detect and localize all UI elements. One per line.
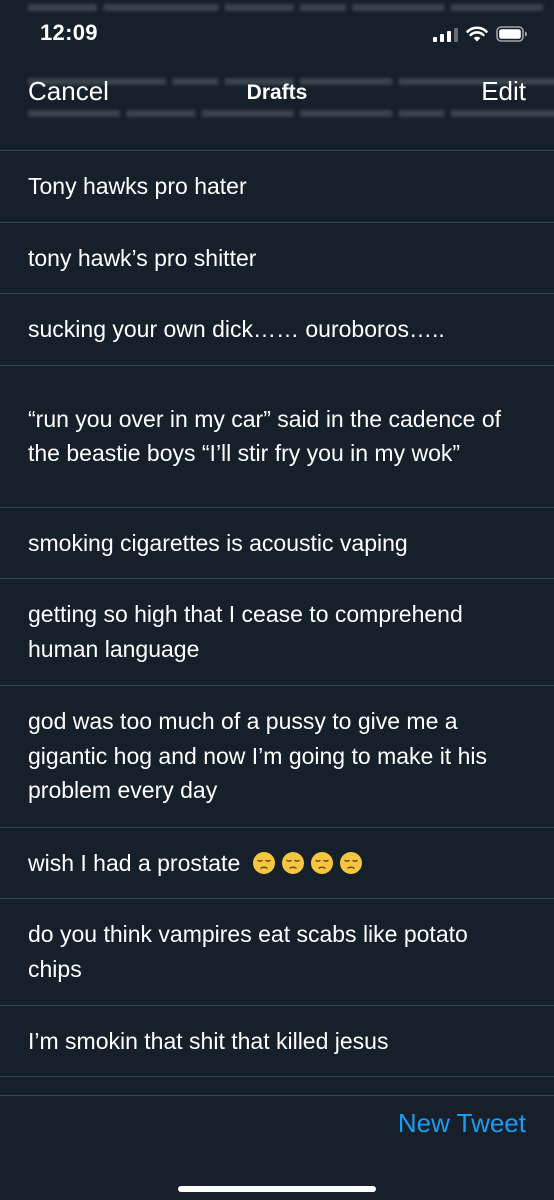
- emoji-row: [247, 850, 363, 876]
- draft-text: “run you over in my car” said in the cad…: [28, 405, 502, 467]
- pensive-face-icon: [281, 851, 304, 874]
- edit-button[interactable]: Edit: [481, 76, 526, 107]
- battery-icon: [496, 26, 528, 42]
- pensive-face-icon: [310, 851, 333, 874]
- draft-item[interactable]: Tony hawks pro hater: [0, 151, 554, 223]
- cellular-signal-icon: [433, 26, 458, 42]
- draft-item[interactable]: god was too much of a pussy to give me a…: [0, 686, 554, 828]
- page-title: Drafts: [246, 81, 308, 104]
- draft-item[interactable]: smoking cigarettes is acoustic vaping: [0, 508, 554, 579]
- new-tweet-button[interactable]: New Tweet: [398, 1108, 526, 1139]
- drafts-screen: ▬▬▬ ▬▬▬▬▬ ▬▬▬ ▬▬ ▬▬▬▬ ▬▬▬▬ ▬▬▬▬▬▬ ▬▬ ▬▬▬…: [0, 0, 554, 1200]
- draft-text-label: wish I had a prostate: [28, 849, 241, 876]
- draft-text: getting so high that I cease to comprehe…: [28, 601, 463, 662]
- draft-item[interactable]: do you think vampires eat scabs like pot…: [0, 899, 554, 1006]
- draft-text: sucking your own dick…… ouroboros…..: [28, 316, 445, 342]
- pensive-face-icon: [252, 851, 275, 874]
- header: ▬▬▬ ▬▬▬▬▬ ▬▬▬ ▬▬ ▬▬▬▬ ▬▬▬▬ ▬▬▬▬▬▬ ▬▬ ▬▬▬…: [0, 0, 554, 150]
- draft-text: smoking cigarettes is acoustic vaping: [28, 529, 408, 556]
- home-indicator[interactable]: [178, 1186, 376, 1192]
- draft-item[interactable]: getting so high that I cease to comprehe…: [0, 579, 554, 686]
- draft-item[interactable]: tony hawk’s pro shitter: [0, 223, 554, 294]
- draft-text: wish I had a prostate: [28, 846, 363, 881]
- draft-item[interactable]: sucking your own dick…… ouroboros…..: [0, 294, 554, 366]
- scrolled-content-ghost: ▬▬▬ ▬▬▬▬▬ ▬▬▬ ▬▬ ▬▬▬▬ ▬▬▬▬: [28, 0, 543, 16]
- draft-text: I’m smokin that shit that killed jesus: [28, 1027, 389, 1054]
- draft-item[interactable]: I’m smokin that shit that killed jesus: [0, 1006, 554, 1077]
- wifi-icon: [466, 26, 488, 42]
- draft-item[interactable]: “run you over in my car” said in the cad…: [0, 366, 554, 508]
- draft-item[interactable]: wish I had a prostate: [0, 828, 554, 899]
- drafts-list: Tony hawks pro hater tony hawk’s pro shi…: [0, 150, 554, 1096]
- draft-text: Tony hawks pro hater: [28, 173, 247, 199]
- draft-text: god was too much of a pussy to give me a…: [28, 708, 487, 804]
- bottom-toolbar: New Tweet: [0, 1095, 554, 1200]
- pensive-face-icon: [339, 851, 362, 874]
- draft-text: do you think vampires eat scabs like pot…: [28, 921, 468, 982]
- status-time: 12:09: [40, 20, 98, 45]
- draft-text: tony hawk’s pro shitter: [28, 244, 257, 271]
- status-icons: [433, 24, 528, 44]
